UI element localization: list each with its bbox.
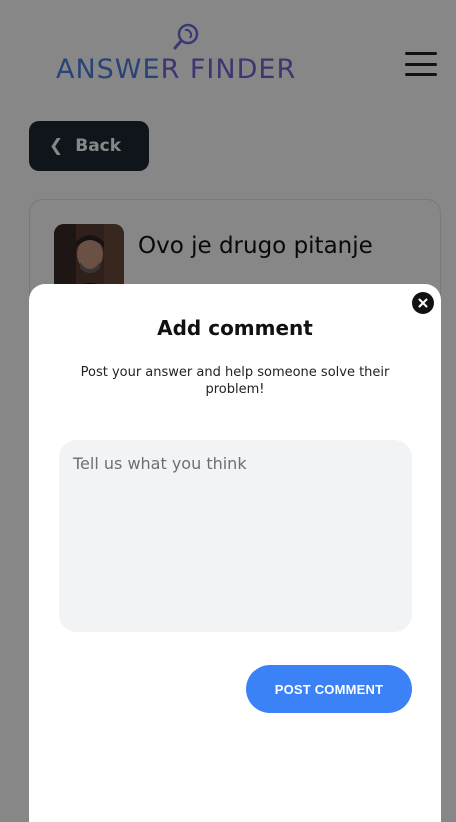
close-icon: [418, 298, 428, 308]
comment-input[interactable]: [59, 440, 412, 632]
modal-title: Add comment: [157, 316, 313, 340]
post-comment-button[interactable]: POST COMMENT: [246, 665, 412, 713]
close-button[interactable]: [412, 292, 434, 314]
add-comment-modal: Add comment Post your answer and help so…: [29, 284, 441, 822]
modal-subtitle: Post your answer and help someone solve …: [80, 365, 390, 397]
